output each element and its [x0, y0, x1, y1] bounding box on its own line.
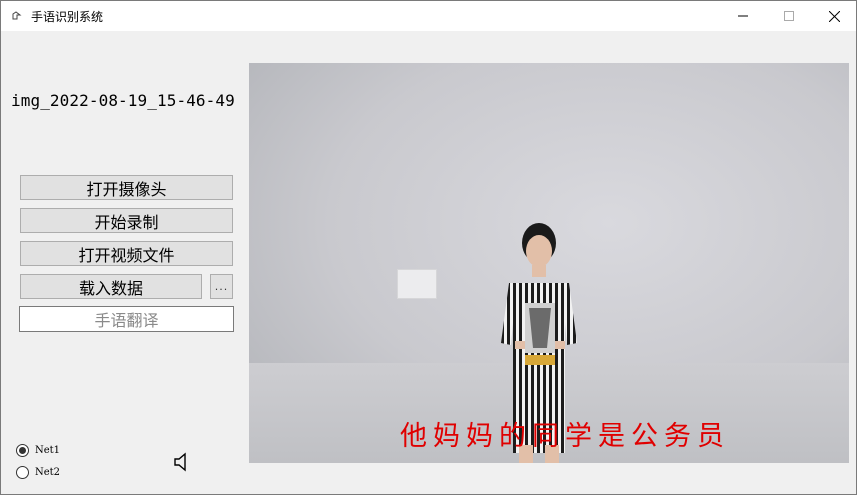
radio-net2[interactable]: Net2 [16, 466, 60, 479]
speaker-icon[interactable] [173, 452, 189, 472]
maximize-icon [784, 11, 794, 21]
radio-net1[interactable]: Net1 [16, 444, 60, 457]
filename-label: img_2022-08-19_15-46-49 [11, 91, 235, 110]
browse-button[interactable]: ... [210, 274, 233, 299]
radio-label: Net1 [35, 445, 61, 456]
maximize-button[interactable] [766, 1, 812, 31]
load-data-button[interactable]: 载入数据 [20, 274, 202, 299]
open-camera-button[interactable]: 打开摄像头 [20, 175, 233, 200]
close-button[interactable] [811, 1, 857, 31]
radio-label: Net2 [35, 467, 61, 478]
close-icon [828, 10, 840, 22]
title-bar[interactable]: 手语识别系统 [1, 1, 856, 31]
recognition-subtitle: 他妈妈的同学是公务员 [400, 421, 730, 452]
wall-plate [397, 269, 437, 299]
minimize-button[interactable] [720, 1, 766, 31]
hand-gesture-icon [12, 11, 22, 20]
minimize-icon [738, 15, 748, 17]
open-video-file-button[interactable]: 打开视频文件 [20, 241, 233, 266]
window-title: 手语识别系统 [31, 10, 104, 24]
sign-translate-button[interactable]: 手语翻译 [19, 306, 234, 332]
app-window: 手语识别系统 img_2022-08-19_15-46-49 打开摄像头 开始录… [0, 0, 857, 495]
radio-button[interactable] [16, 466, 29, 479]
radio-button[interactable] [16, 444, 29, 457]
start-record-button[interactable]: 开始录制 [20, 208, 233, 233]
video-display: 他妈妈的同学是公务员 [249, 63, 849, 463]
